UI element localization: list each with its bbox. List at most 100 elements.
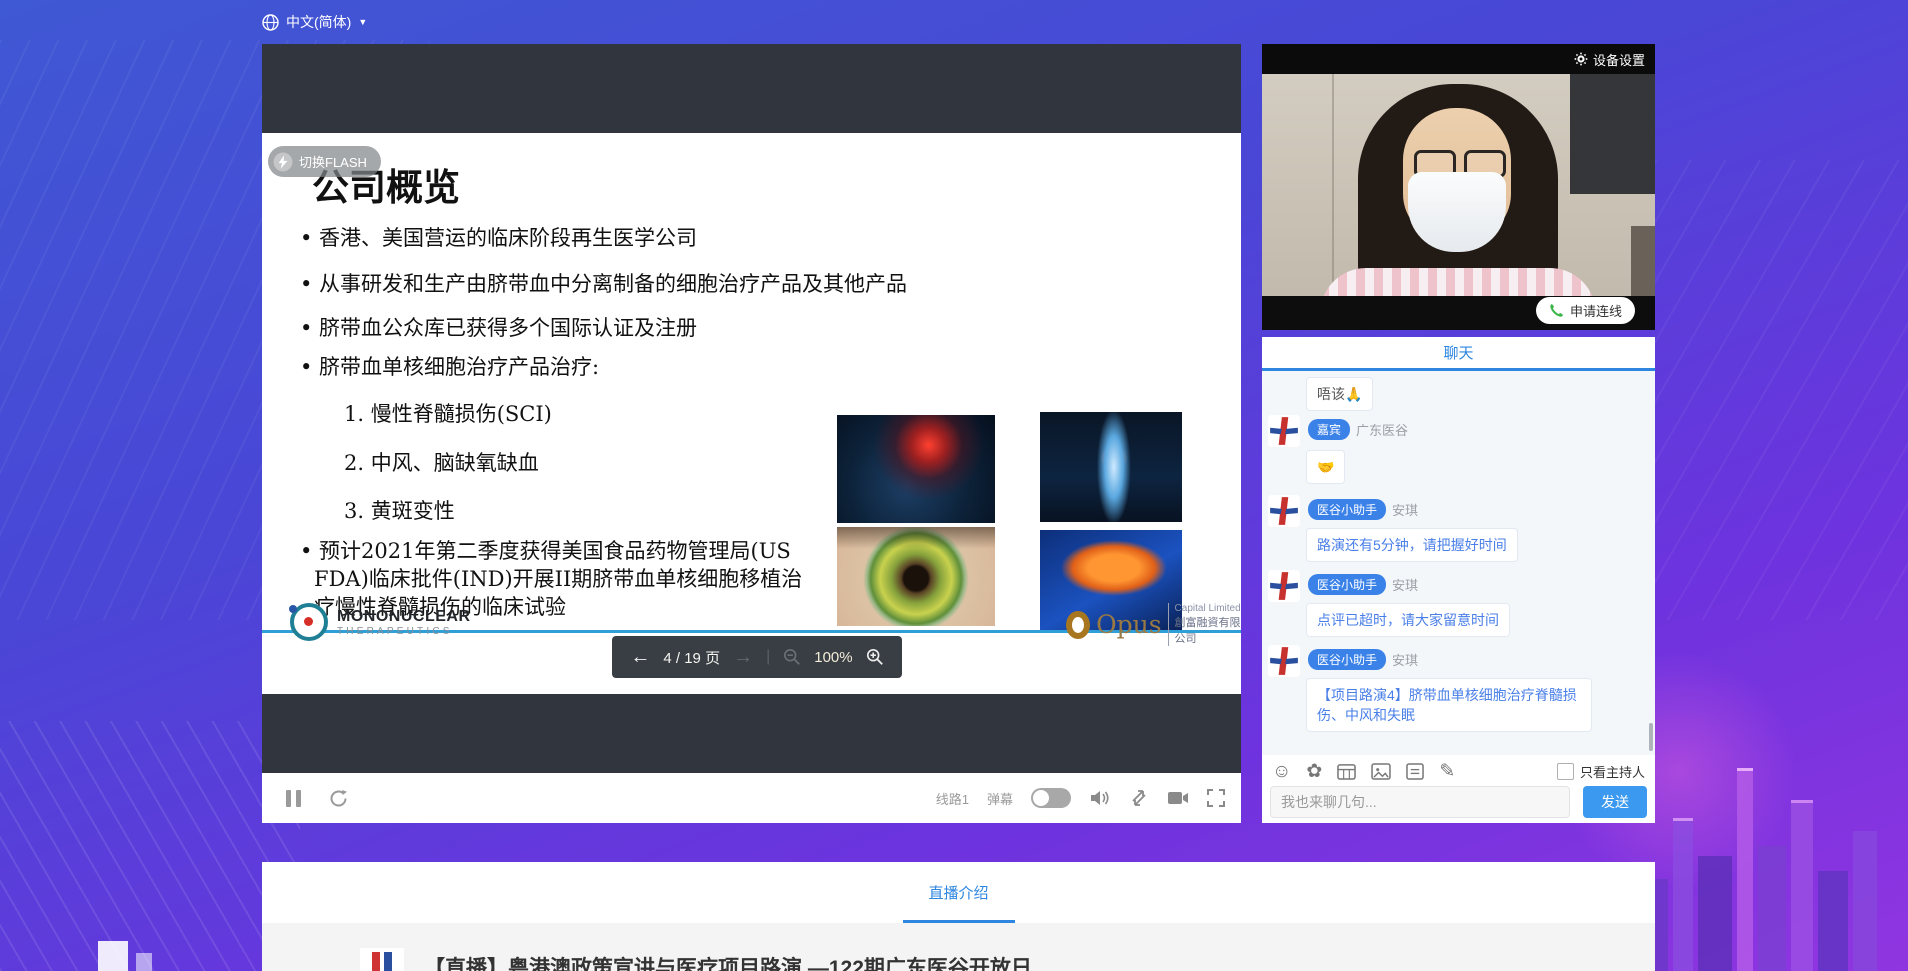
skyline-building-left-small: [136, 953, 152, 971]
presenter-shirt: [1320, 268, 1596, 296]
zoom-level: 100%: [814, 649, 852, 666]
avatar: [1268, 570, 1300, 602]
pencil-icon[interactable]: ✎: [1439, 762, 1455, 781]
gear-icon: [1574, 52, 1588, 66]
danmaku-toggle[interactable]: [1031, 788, 1071, 808]
chevron-down-icon: ▼: [358, 17, 367, 27]
chat-message-bubble: 【项目路演4】脐带血单核细胞治疗脊髓损伤、中风和失眠: [1306, 678, 1592, 732]
slide-numbered-item: 3. 黄斑变性: [344, 495, 455, 525]
chat-message-header: 嘉宾 广东医谷: [1308, 419, 1408, 440]
chat-message-bubble: 唔该🙏: [1306, 377, 1373, 411]
language-label: 中文(简体): [286, 12, 351, 32]
tab-live-intro[interactable]: 直播介绍: [928, 882, 988, 903]
chat-message-bubble: 点评已超时，请大家留意时间: [1306, 603, 1510, 637]
skyline-building-left: [98, 941, 128, 971]
fullscreen-icon[interactable]: [1207, 789, 1225, 807]
role-badge: 嘉宾: [1308, 419, 1350, 440]
monitor-background: [1570, 74, 1655, 194]
chat-tab-label: 聊天: [1443, 342, 1473, 363]
page-indicator: 4 / 19 页: [663, 647, 720, 668]
city-skyline: [1642, 741, 1904, 971]
switch-flash-button[interactable]: 切换FLASH: [268, 146, 381, 177]
background-lines-bottom-left: [0, 721, 300, 971]
device-settings-button[interactable]: 设备设置: [1593, 50, 1645, 69]
opus-logo-name: Opus: [1096, 610, 1161, 639]
slide-numbered-item: 1. 慢性脊髓损伤(SCI): [344, 398, 552, 428]
avatar: [1268, 495, 1300, 527]
previous-page-button[interactable]: ←: [630, 647, 650, 667]
chat-toolbar: ☺ ✿ ✎ 只看主持人: [1262, 755, 1655, 787]
file-icon[interactable]: [1406, 763, 1424, 780]
role-badge: 医谷小助手: [1308, 499, 1386, 520]
pause-button[interactable]: [286, 790, 301, 807]
slide-pager: ← 4 / 19 页 → | 100%: [612, 636, 902, 678]
request-connect-button[interactable]: 申请连线: [1536, 297, 1635, 324]
background-object: [1631, 226, 1655, 296]
sender-name: 安琪: [1392, 575, 1418, 594]
globe-icon: [262, 14, 279, 31]
slide-bullet: • 香港、美国营运的临床阶段再生医学公司: [300, 222, 940, 252]
line-selector[interactable]: 线路1: [936, 789, 969, 808]
send-button[interactable]: 发送: [1583, 786, 1647, 818]
camera-icon[interactable]: [1167, 790, 1189, 806]
tab-active-underline: [903, 920, 1015, 923]
role-badge: 医谷小助手: [1308, 574, 1386, 595]
live-intro-section: 直播介绍 【直播】粤港澳政策宣讲与医疗项目路演 —122期广东医谷开放日: [262, 862, 1655, 971]
player-control-bar: 线路1 弹幕: [262, 773, 1241, 823]
switch-source-icon[interactable]: [1129, 788, 1149, 808]
background-lines-right: [1655, 160, 1908, 620]
chat-message-header: 医谷小助手 安琪: [1308, 499, 1418, 520]
chat-message-header: 医谷小助手 安琪: [1308, 649, 1418, 670]
slide-bullet: • 从事研发和生产由脐带血中分离制备的细胞治疗产品及其他产品: [300, 268, 940, 298]
opus-caption-en: Capital Limited: [1175, 603, 1241, 614]
opus-logo: Opus Capital Limited 創富融資有限公司: [1066, 603, 1241, 646]
calendar-icon[interactable]: [1337, 762, 1356, 780]
flower-icon[interactable]: ✿: [1306, 762, 1322, 781]
image-icon[interactable]: [1371, 763, 1391, 780]
host-only-checkbox[interactable]: [1557, 763, 1574, 780]
chat-message-header: 医谷小助手 安琪: [1308, 574, 1418, 595]
avatar: [1268, 645, 1300, 677]
webcam-video: [1262, 74, 1655, 296]
phone-icon: [1549, 303, 1564, 318]
webinar-page: 中文(简体) ▼ 切换FLASH 公司概览 • 香港、美国营运的临床阶段再生医学…: [0, 0, 1908, 971]
webcam-topbar: 设备设置: [1262, 44, 1655, 74]
flash-icon: [273, 152, 293, 172]
slide-bullet: • 脐带血单核细胞治疗产品治疗:: [300, 351, 940, 381]
zoom-in-button[interactable]: [866, 648, 884, 666]
language-selector[interactable]: 中文(简体) ▼: [262, 8, 367, 36]
sender-name: 安琪: [1392, 650, 1418, 669]
mononuclear-logo-text: MONONUCLEAR: [337, 608, 471, 626]
slide-numbered-item: 2. 中风、脑缺氧缺血: [344, 447, 539, 477]
volume-icon[interactable]: [1089, 789, 1111, 807]
role-badge: 医谷小助手: [1308, 649, 1386, 670]
next-page-button[interactable]: →: [733, 647, 753, 667]
host-only-label: 只看主持人: [1580, 762, 1645, 781]
slide-bullet: • 脐带血公众库已获得多个国际认证及注册: [300, 312, 940, 342]
chat-input[interactable]: [1270, 786, 1570, 818]
mononuclear-logo-icon: [290, 603, 328, 641]
host-only-filter: 只看主持人: [1557, 762, 1645, 781]
request-connect-label: 申请连线: [1570, 301, 1622, 320]
sender-name: 广东医谷: [1356, 420, 1408, 439]
chat-scrollbar[interactable]: [1649, 723, 1653, 751]
zoom-out-button[interactable]: [783, 648, 801, 666]
presentation-slide: 切换FLASH 公司概览 • 香港、美国营运的临床阶段再生医学公司 • 从事研发…: [262, 133, 1241, 694]
tab-chat[interactable]: 聊天: [1262, 337, 1655, 371]
mononuclear-logo-subtext: THERAPEUTICS: [337, 626, 471, 637]
emoji-icon[interactable]: ☺: [1272, 762, 1291, 781]
chat-message-bubble: 🤝: [1306, 450, 1345, 484]
danmaku-label: 弹幕: [987, 789, 1013, 808]
avatar: [1268, 415, 1300, 447]
slide-image-eye: [837, 527, 995, 626]
sender-name: 安琪: [1392, 500, 1418, 519]
slide-image-headache: [837, 415, 995, 523]
mononuclear-logo: MONONUCLEAR THERAPEUTICS: [290, 603, 471, 641]
chat-panel: 聊天 唔该🙏 嘉宾 广东医谷 🤝 医谷小助手 安琪 路演还有5分钟，请把握好时间: [1262, 337, 1655, 823]
event-logo: [360, 948, 404, 971]
switch-flash-label: 切换FLASH: [299, 152, 367, 171]
refresh-button[interactable]: [329, 789, 349, 808]
wall-seam: [1332, 74, 1334, 296]
webcam-panel: 设备设置 申请连线: [1262, 44, 1655, 330]
chat-message-list[interactable]: 唔该🙏 嘉宾 广东医谷 🤝 医谷小助手 安琪 路演还有5分钟，请把握好时间 医: [1262, 371, 1655, 755]
